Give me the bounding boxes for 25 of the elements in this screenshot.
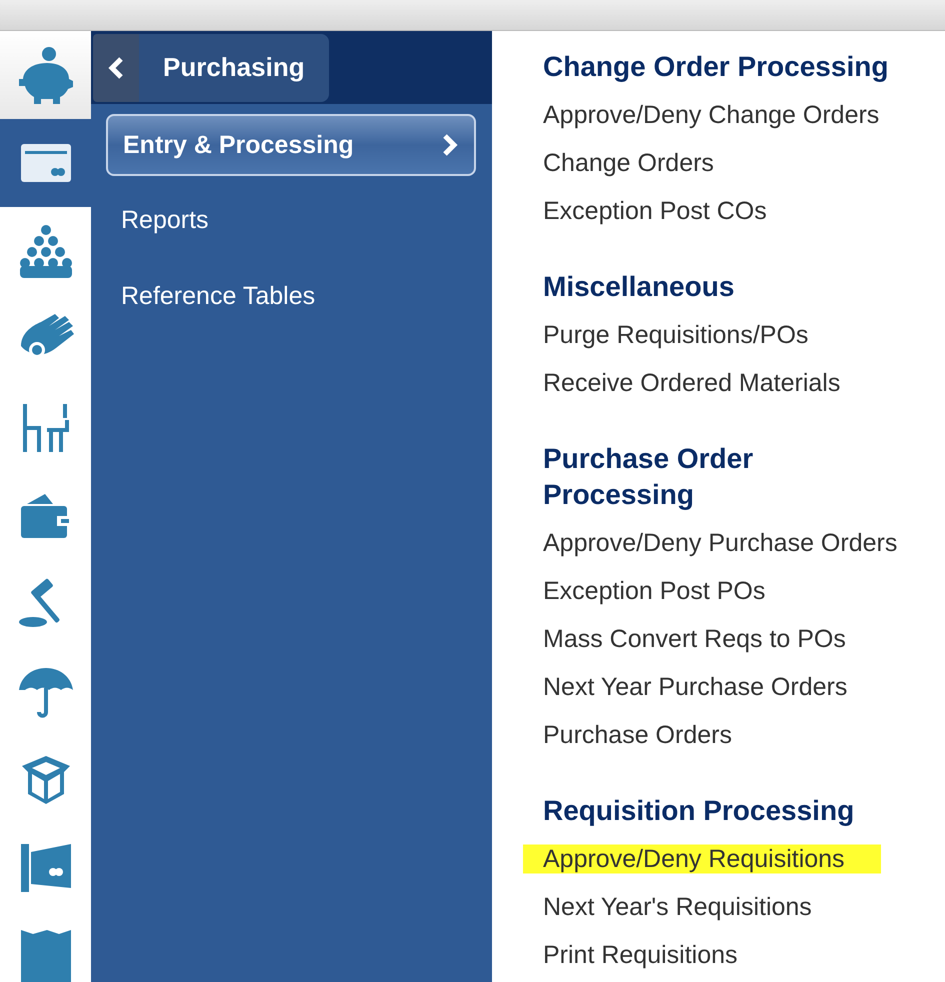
menu-link[interactable]: Next Year Purchase Orders [543, 663, 848, 711]
menu-link[interactable]: Change Orders [543, 139, 714, 187]
chevron-left-icon [108, 56, 124, 78]
nav-title: Purchasing [163, 52, 305, 83]
chevron-right-icon [442, 134, 458, 156]
module-tab[interactable] [0, 119, 91, 207]
menu-link[interactable]: Purge Requisitions/POs [543, 311, 808, 359]
section-heading: Purchase Order Processing [543, 442, 754, 512]
menu-link[interactable]: Receive Ordered Materials [543, 359, 840, 407]
menu-link[interactable]: Approve/Deny Purchase Orders [543, 519, 898, 567]
back-button[interactable] [93, 34, 139, 102]
menu-link[interactable]: Purchase Orders [543, 711, 732, 759]
section-heading: Miscellaneous [543, 270, 736, 304]
menu-link[interactable]: Mass Convert Reqs to POs [543, 615, 846, 663]
section-heading: Requisition Processing [543, 794, 856, 828]
menu-link[interactable]: Next Year's Requisitions [543, 883, 812, 931]
menu-link[interactable]: Exception Post COs [543, 187, 767, 235]
nav-item[interactable]: Reference Tables [106, 258, 476, 334]
nav-item[interactable]: Reports [106, 182, 476, 258]
section-heading: Change Order Processing [543, 50, 890, 84]
menu-link[interactable]: Print Requisitions [543, 931, 738, 979]
piggy-bank-icon [16, 46, 74, 104]
menu-link[interactable]: Approve/Deny Change Orders [543, 91, 880, 139]
nav-item[interactable]: Entry & Processing [106, 114, 476, 176]
menu-link[interactable]: Exception Post POs [543, 567, 766, 615]
